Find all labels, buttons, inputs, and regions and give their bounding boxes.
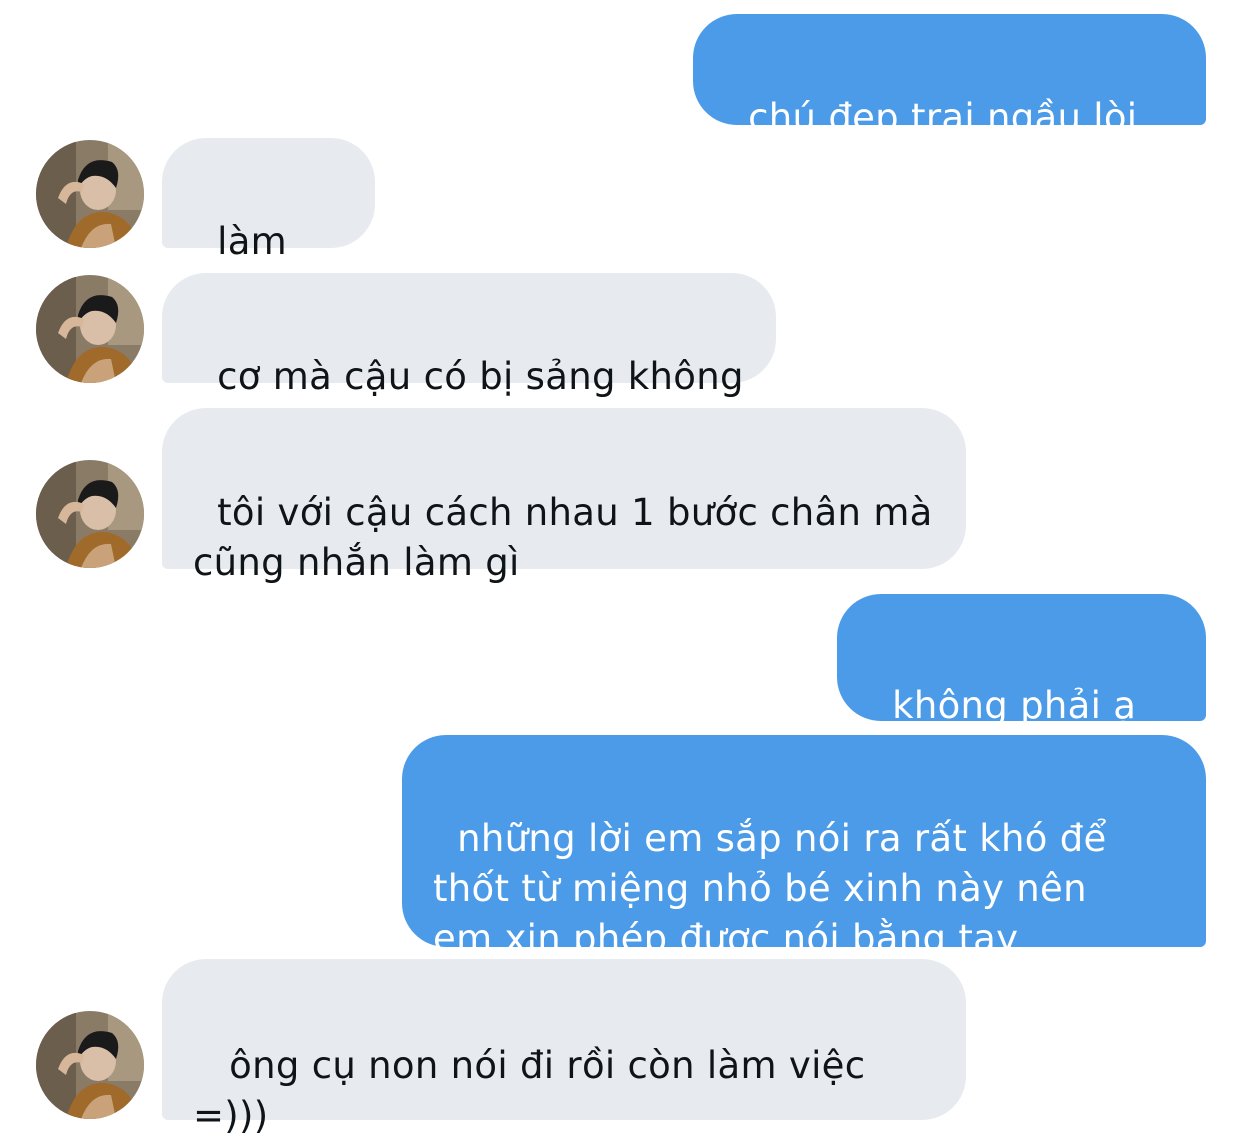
message-text: những lời em sắp nói ra rất khó để thốt … bbox=[433, 817, 1107, 960]
avatar[interactable] bbox=[36, 1011, 144, 1119]
avatar-photo-icon bbox=[36, 460, 144, 568]
message-bubble-received[interactable]: tôi với cậu cách nhau 1 bước chân mà cũn… bbox=[162, 408, 966, 584]
message-text: cơ mà cậu có bị sảng không bbox=[217, 355, 744, 398]
avatar-photo-icon bbox=[36, 140, 144, 248]
message-bubble-received[interactable]: cơ mà cậu có bị sảng không bbox=[162, 273, 776, 398]
avatar[interactable] bbox=[36, 140, 144, 248]
avatar-photo-icon bbox=[36, 1011, 144, 1119]
message-bubble-sent[interactable]: không phải ạ bbox=[837, 594, 1206, 773]
message-bubble-received[interactable]: ông cụ non nói đi rồi còn làm việc =))) bbox=[162, 959, 966, 1137]
message-text: chú đẹp trai ngầu lòi ơi bbox=[724, 96, 1150, 189]
avatar[interactable] bbox=[36, 275, 144, 383]
message-bubble-sent[interactable]: những lời em sắp nói ra rất khó để thốt … bbox=[402, 735, 1206, 960]
avatar-photo-icon bbox=[36, 275, 144, 383]
message-bubble-sent[interactable]: chú đẹp trai ngầu lòi ơi bbox=[693, 14, 1206, 189]
message-text: không phải ạ bbox=[892, 684, 1137, 727]
message-bubble-received[interactable]: làm sao bbox=[162, 138, 375, 313]
message-text: tôi với cậu cách nhau 1 bước chân mà cũn… bbox=[193, 491, 933, 584]
message-text: ông cụ non nói đi rồi còn làm việc =))) bbox=[193, 1044, 866, 1137]
avatar[interactable] bbox=[36, 460, 144, 568]
